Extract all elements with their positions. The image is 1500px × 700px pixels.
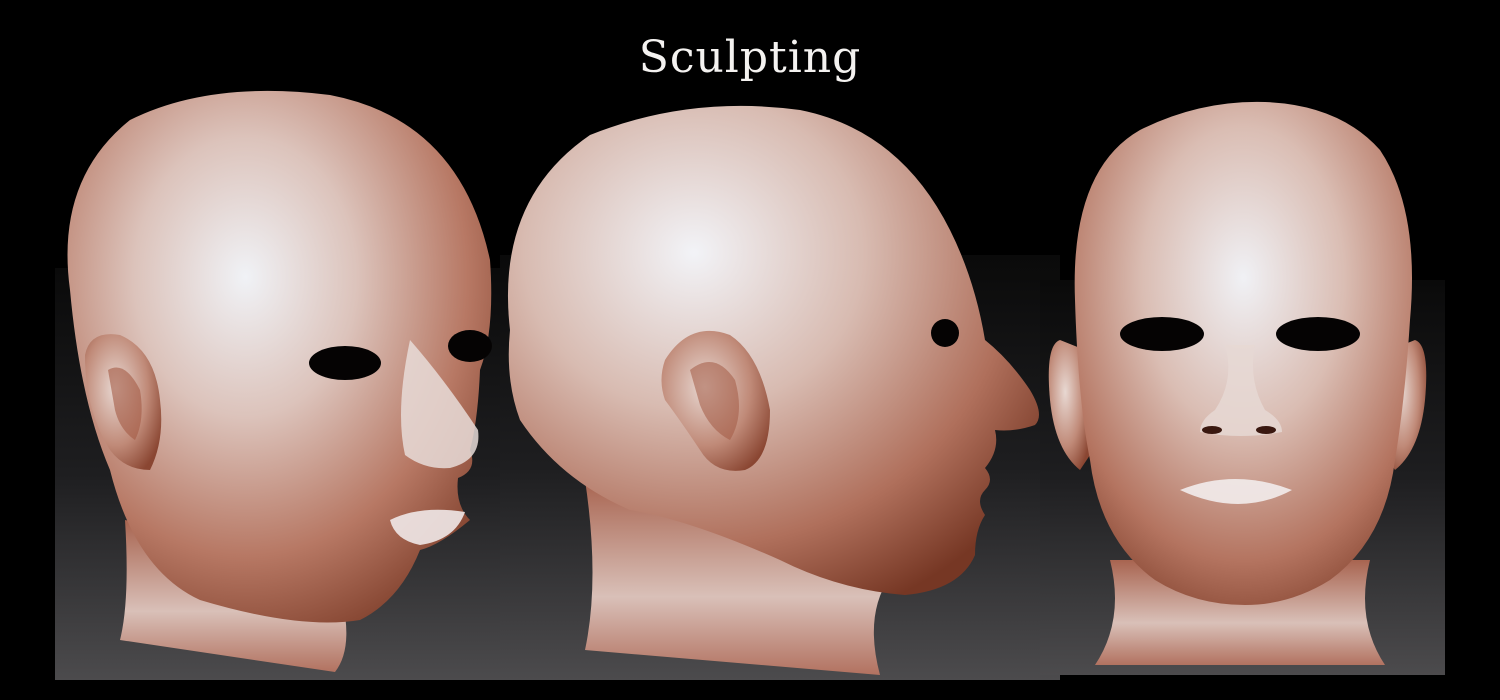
eye-socket xyxy=(1276,317,1360,351)
head-renders xyxy=(55,90,1445,680)
eye-socket xyxy=(1120,317,1204,351)
sculpt-render-canvas: Sculpting xyxy=(0,0,1500,700)
eye-socket xyxy=(931,319,959,347)
eye-socket xyxy=(448,330,492,362)
eye-socket xyxy=(309,346,381,380)
